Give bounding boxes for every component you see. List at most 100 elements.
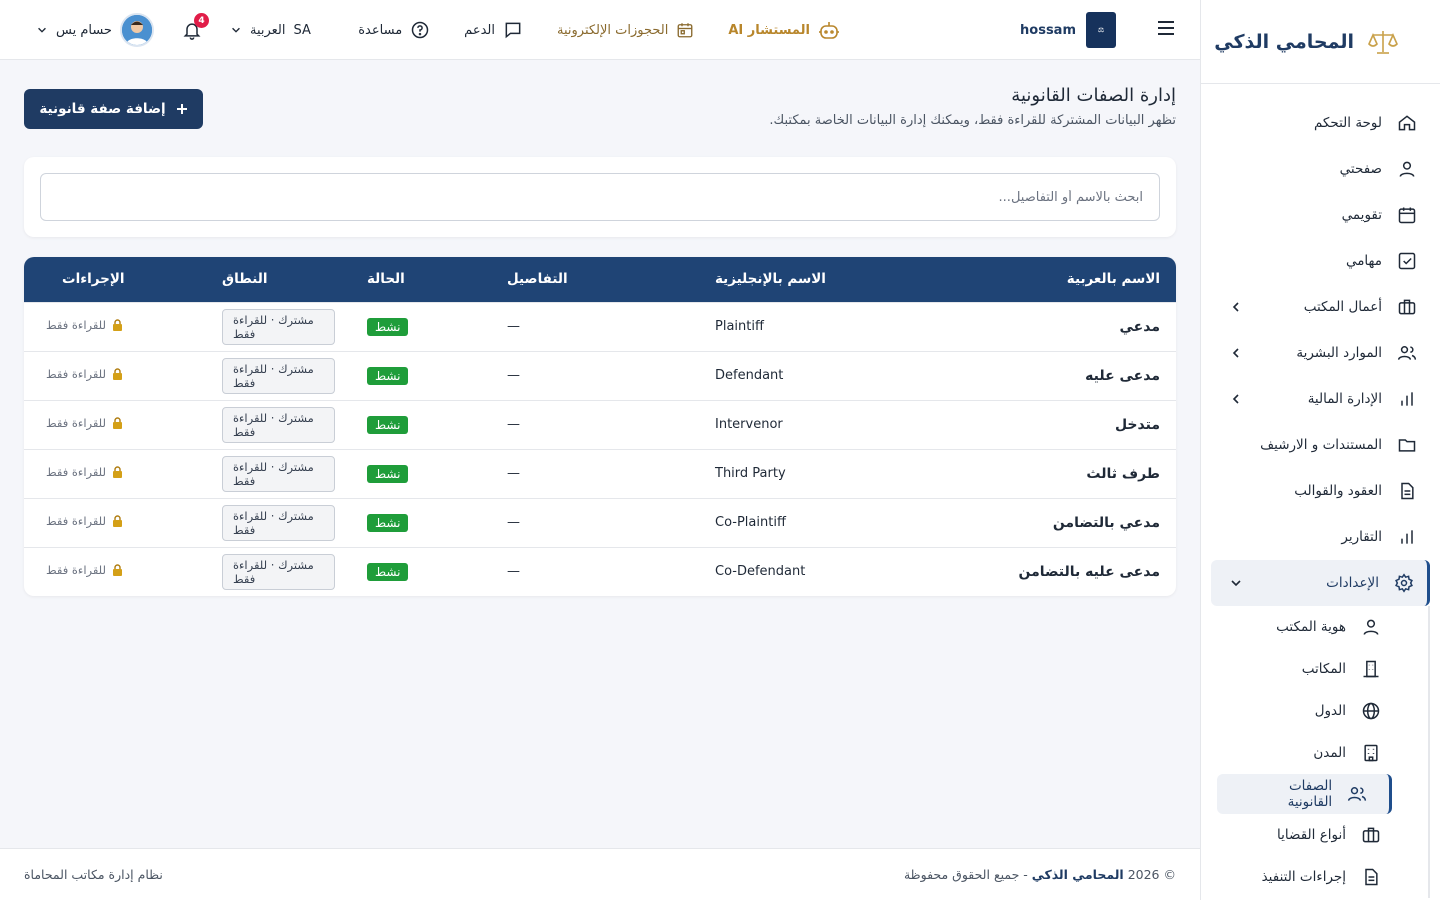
chevron-down-icon	[230, 24, 242, 36]
globe-icon	[1360, 700, 1382, 722]
home-icon	[1396, 112, 1418, 134]
bookings-label: الحجوزات الإلكترونية	[556, 22, 669, 38]
cell-status: نشط	[351, 546, 491, 596]
office-logo-icon: ⚖	[1086, 12, 1116, 48]
topbar-left: SA العربية 4 حسام يس	[36, 0, 311, 60]
briefcase-icon	[1360, 824, 1382, 846]
col-scope[interactable]: النطاق	[206, 257, 351, 302]
sidebar-subitem-legal-capacities[interactable]: الصفات القانونية	[1217, 774, 1392, 814]
robot-icon	[818, 20, 840, 40]
col-details-label: التفاصيل	[507, 271, 568, 288]
brand[interactable]: المحامي الذكي	[1201, 0, 1440, 84]
sidebar-item-office-work[interactable]: أعمال المكتب	[1201, 284, 1440, 330]
avatar	[119, 13, 154, 47]
help-link[interactable]: مساعدة	[358, 20, 430, 40]
support-label: الدعم	[464, 22, 495, 38]
sidebar-item-dashboard[interactable]: لوحة التحكم	[1201, 100, 1440, 146]
brand-name: المحامي الذكي	[1214, 30, 1354, 53]
copyright: © 2026 المحامي الذكي - جميع الحقوق محفوظ…	[904, 867, 1176, 882]
status-badge: نشط	[367, 513, 409, 532]
cell-actions: للقراءة فقط	[24, 350, 206, 400]
sidebar-item-tasks[interactable]: مهامي	[1201, 238, 1440, 284]
read-only-indicator: للقراءة فقط	[46, 514, 123, 528]
details-value: —	[507, 417, 520, 432]
cell-scope: مشترك · للقراءة فقط	[206, 448, 351, 498]
col-en-name[interactable]: الاسم بالإنجليزية	[699, 257, 961, 302]
sidebar-item-contracts[interactable]: العقود والقوالب	[1201, 468, 1440, 514]
table-row[interactable]: طرف ثالث Third Party — نشط مشترك · للقراءة ف…	[24, 448, 1176, 498]
table-row[interactable]: مدعي Plaintiff — نشط مشترك · للقراءة فقط للقر…	[24, 301, 1176, 351]
sidebar-item-calendar[interactable]: تقويمي	[1201, 192, 1440, 238]
read-only-label: للقراءة فقط	[46, 416, 106, 430]
cell-details: —	[491, 448, 699, 498]
footer: © 2026 المحامي الذكي - جميع الحقوق محفوظ…	[0, 848, 1200, 900]
cell-actions: للقراءة فقط	[24, 448, 206, 498]
col-status[interactable]: الحالة	[351, 257, 491, 302]
ai-advisor-link[interactable]: المستشار AI	[728, 20, 840, 40]
bookings-link[interactable]: الحجوزات الإلكترونية	[557, 21, 694, 39]
table-row[interactable]: مدعي بالتضامن Co-Plaintiff — نشط مشترك · للق…	[24, 497, 1176, 547]
details-value: —	[507, 466, 520, 481]
sidebar-item-label: لوحة التحكم	[1313, 115, 1382, 131]
read-only-label: للقراءة فقط	[46, 318, 106, 332]
sidebar-item-finance[interactable]: الإدارة المالية	[1201, 376, 1440, 422]
sidebar-item-label: التقارير	[1341, 529, 1382, 545]
help-circle-icon	[410, 20, 430, 40]
table-row[interactable]: مدعى عليه Defendant — نشط مشترك · للقراءة فق…	[24, 350, 1176, 400]
user-menu[interactable]: حسام يس	[36, 13, 154, 47]
read-only-label: للقراءة فقط	[46, 367, 106, 381]
lock-icon	[112, 417, 123, 429]
chevron-left-icon	[1229, 300, 1243, 314]
calendar-icon	[1396, 204, 1418, 226]
cell-en-name: Intervenor	[699, 399, 961, 449]
lock-icon	[112, 319, 123, 331]
col-details[interactable]: التفاصيل	[491, 257, 699, 302]
notifications-button[interactable]: 4	[182, 13, 209, 40]
city-icon	[1360, 742, 1382, 764]
table-row[interactable]: مدعى عليه بالتضامن Co-Defendant — نشط مشترك …	[24, 546, 1176, 596]
scope-badge: مشترك · للقراءة فقط	[222, 504, 335, 541]
col-ar-name[interactable]: الاسم بالعربية	[961, 257, 1176, 302]
sidebar-item-label: أعمال المكتب	[1303, 299, 1382, 315]
cell-actions: للقراءة فقط	[24, 399, 206, 449]
settings-submenu: هوية المكتب المكاتب الدول المدن الصفات ا…	[1201, 606, 1430, 898]
table-header-row: الاسم بالعربية الاسم بالإنجليزية التفاصي…	[24, 257, 1176, 302]
cell-details: —	[491, 546, 699, 596]
details-value: —	[507, 368, 520, 383]
sidebar-item-reports[interactable]: التقارير	[1201, 514, 1440, 560]
sidebar-item-label: إجراءات التنفيذ	[1261, 869, 1346, 885]
sidebar-item-hr[interactable]: الموارد البشرية	[1201, 330, 1440, 376]
sidebar-item-my-page[interactable]: صفحتي	[1201, 146, 1440, 192]
cell-en-name: Third Party	[699, 448, 961, 498]
search-input[interactable]	[40, 173, 1160, 221]
support-link[interactable]: الدعم	[464, 20, 523, 40]
read-only-indicator: للقراءة فقط	[46, 563, 123, 577]
help-label: مساعدة	[358, 22, 403, 38]
table-row[interactable]: متدخل Intervenor — نشط مشترك · للقراءة فقط لل…	[24, 399, 1176, 449]
lock-icon	[112, 564, 123, 577]
add-legal-capacity-button[interactable]: إضافة صفة قانونية	[24, 89, 203, 129]
office-switcher[interactable]: ⚖ hossam	[1020, 12, 1116, 48]
sidebar-item-documents[interactable]: المستندات و الارشيف	[1201, 422, 1440, 468]
sidebar-subitem-countries[interactable]: الدول	[1201, 690, 1428, 732]
legal-capacities-table: الاسم بالعربية الاسم بالإنجليزية التفاصي…	[24, 257, 1176, 596]
cell-ar-name: مدعى عليه بالتضامن	[961, 546, 1176, 596]
notification-badge: 4	[193, 13, 209, 28]
col-actions[interactable]: الإجراءات	[24, 257, 206, 302]
status-badge: نشط	[367, 464, 409, 483]
hamburger-icon[interactable]	[1156, 18, 1176, 38]
sidebar-subitem-enforcement[interactable]: إجراءات التنفيذ	[1201, 856, 1428, 898]
building-icon	[1360, 658, 1382, 680]
scope-badge: مشترك · للقراءة فقط	[222, 455, 335, 492]
sidebar-subitem-cities[interactable]: المدن	[1201, 732, 1428, 774]
system-name: نظام إدارة مكاتب المحاماة	[24, 867, 163, 882]
sidebar-subitem-case-types[interactable]: أنواع القضايا	[1201, 814, 1428, 856]
language-switcher[interactable]: SA العربية	[230, 23, 311, 38]
sidebar-subitem-offices[interactable]: المكاتب	[1201, 648, 1428, 690]
col-actions-label: الإجراءات	[62, 271, 125, 288]
status-badge: نشط	[367, 366, 409, 385]
details-value: —	[507, 319, 520, 334]
sidebar-item-settings[interactable]: الإعدادات	[1211, 560, 1430, 606]
cell-ar-name: مدعي بالتضامن	[961, 497, 1176, 547]
sidebar-subitem-office-identity[interactable]: هوية المكتب	[1201, 606, 1428, 648]
